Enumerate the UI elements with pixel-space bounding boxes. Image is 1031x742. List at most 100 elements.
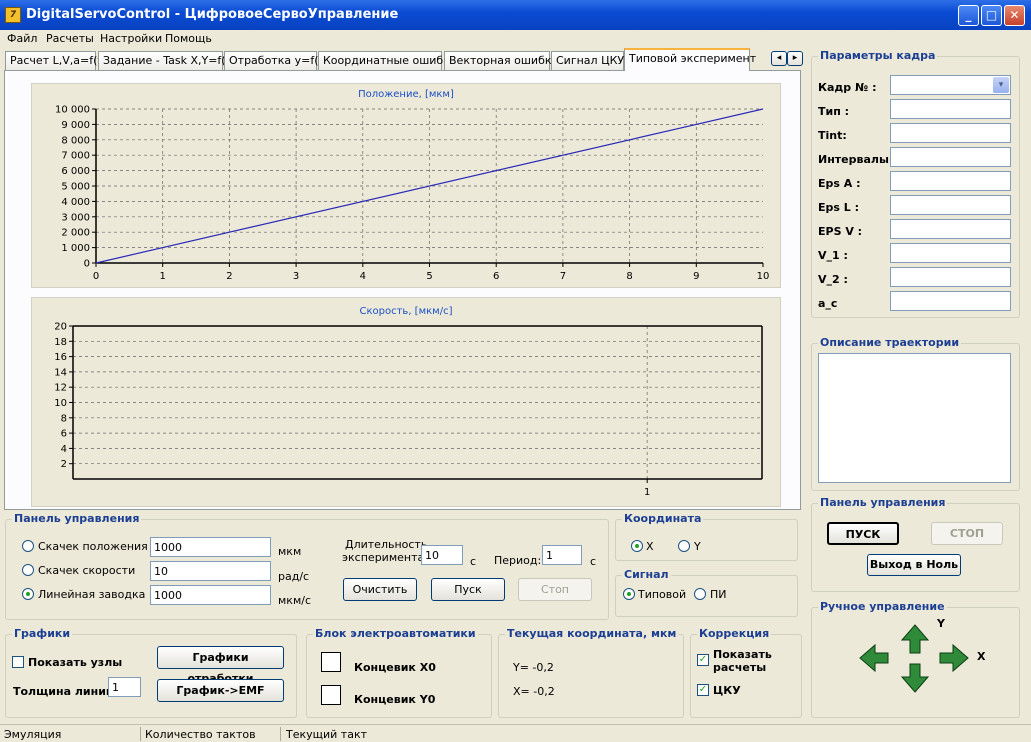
- x-tick-label: 8: [626, 271, 632, 282]
- stop-button[interactable]: Стоп: [518, 578, 592, 601]
- radio-coord-y-label: Y: [694, 540, 701, 553]
- menu-file[interactable]: Файл: [7, 32, 37, 45]
- emf-button[interactable]: График->EMF: [157, 679, 284, 702]
- line-width-label: Толщина линий: [13, 685, 114, 698]
- y-tick-label: 1 000: [61, 243, 90, 254]
- radio-linear-ramp[interactable]: [22, 588, 34, 600]
- y-tick-label: 12: [54, 383, 67, 394]
- tab-task[interactable]: Задание - Task X,Y=f(t): [98, 51, 234, 70]
- minimize-button[interactable]: _: [958, 5, 979, 26]
- tab-scroll-left-icon[interactable]: ◂: [771, 51, 787, 66]
- manual-x-label: X: [977, 650, 986, 663]
- current-coordinate-group: Текущая координата, мкм: [498, 627, 684, 718]
- start-button[interactable]: Пуск: [431, 578, 505, 601]
- frame-field-input[interactable]: [890, 243, 1011, 263]
- tab-coord-errors[interactable]: Координатные ошибки: [318, 51, 457, 70]
- arrow-up-icon[interactable]: [900, 624, 930, 654]
- x-tick-label: 6: [493, 271, 499, 282]
- radio-coord-x[interactable]: [631, 540, 643, 552]
- frame-field-label: Интервалы :: [818, 153, 898, 166]
- show-nodes-checkbox[interactable]: [12, 656, 24, 668]
- y-tick-label: 4 000: [61, 197, 90, 208]
- limit-y0-label: Концевик Y0: [354, 693, 436, 706]
- y-tick-label: 8 000: [61, 135, 90, 146]
- frame-field-input[interactable]: [890, 291, 1011, 311]
- graphs-button[interactable]: Графики отработки: [157, 646, 284, 685]
- duration-label-2: эксперимента:: [342, 551, 428, 564]
- menu-settings[interactable]: Настройки: [100, 32, 162, 45]
- velocity-step-input[interactable]: [150, 561, 271, 581]
- radio-signal-typical-label: Типовой: [638, 588, 687, 601]
- x-tick-label: 1: [160, 271, 166, 282]
- current-x-value: X= -0,2: [513, 685, 555, 698]
- arrow-right-icon[interactable]: [939, 643, 969, 673]
- stop-cnc-button[interactable]: СТОП: [931, 522, 1003, 545]
- frame-field-input[interactable]: [890, 147, 1011, 167]
- x-tick-label: 3: [293, 271, 299, 282]
- window-title: DigitalServoControl - ЦифровоеСервоУправ…: [26, 7, 399, 22]
- y-tick-label: 8: [61, 413, 67, 424]
- frame-field-label: Eps A :: [818, 177, 861, 190]
- x-tick-label: 4: [360, 271, 366, 282]
- arrow-left-icon[interactable]: [859, 643, 889, 673]
- frame-field-label: Тип :: [818, 105, 850, 118]
- radio-velocity-step[interactable]: [22, 564, 34, 576]
- linear-ramp-unit: мкм/с: [278, 594, 311, 607]
- y-tick-label: 7 000: [61, 151, 90, 162]
- trajectory-title: Описание траектории: [818, 336, 962, 349]
- menu-calc[interactable]: Расчеты: [46, 32, 94, 45]
- radio-signal-pi-label: ПИ: [710, 588, 727, 601]
- chevron-down-icon[interactable]: ▾: [993, 77, 1009, 93]
- tab-vector-error[interactable]: Векторная ошибка: [444, 51, 558, 70]
- radio-signal-pi[interactable]: [694, 588, 706, 600]
- period-input[interactable]: [542, 545, 582, 565]
- limit-y0-indicator: [321, 685, 341, 705]
- frame-field-label: a_c: [818, 297, 838, 310]
- period-label: Период:: [494, 554, 542, 567]
- frame-number-select[interactable]: ▾: [890, 75, 1011, 95]
- y-tick-label: 6 000: [61, 166, 90, 177]
- radio-signal-typical[interactable]: [623, 588, 635, 600]
- y-tick-label: 10 000: [55, 105, 90, 116]
- tab-experiment[interactable]: Типовой эксперимент: [624, 48, 756, 71]
- arrow-down-icon[interactable]: [900, 663, 930, 693]
- frame-field-input[interactable]: [890, 99, 1011, 119]
- radio-linear-ramp-label: Линейная заводка: [38, 588, 146, 601]
- y-tick-label: 2 000: [61, 228, 90, 239]
- y-tick-label: 18: [54, 337, 67, 348]
- tab-tracking[interactable]: Отработка y=f(x): [224, 51, 329, 70]
- y-tick-label: 20: [54, 322, 67, 333]
- radio-position-step[interactable]: [22, 540, 34, 552]
- menu-help[interactable]: Помощь: [165, 32, 212, 45]
- limit-x0-indicator: [321, 652, 341, 672]
- frame-field-input[interactable]: [890, 267, 1011, 287]
- cku-label: ЦКУ: [713, 684, 741, 697]
- position-step-unit: мкм: [278, 545, 302, 558]
- duration-unit: с: [470, 555, 477, 568]
- tab-signal[interactable]: Сигнал ЦКУ: [551, 51, 624, 70]
- cku-checkbox[interactable]: ✓: [697, 684, 709, 696]
- frame-field-input[interactable]: [890, 219, 1011, 239]
- velocity-step-unit: рад/с: [278, 570, 310, 583]
- frame-field-input[interactable]: [890, 195, 1011, 215]
- frame-field-input[interactable]: [890, 123, 1011, 143]
- radio-coord-y[interactable]: [678, 540, 690, 552]
- maximize-button[interactable]: □: [981, 5, 1002, 26]
- frame-field-input[interactable]: [890, 171, 1011, 191]
- frame-field-label: Tint:: [818, 129, 847, 142]
- show-calc-checkbox[interactable]: ✓: [697, 654, 709, 666]
- start-cnc-button[interactable]: ПУСК: [827, 522, 899, 545]
- limit-x0-label: Концевик X0: [354, 661, 436, 674]
- clear-button[interactable]: Очистить: [343, 578, 417, 601]
- duration-input[interactable]: [421, 545, 463, 565]
- line-width-input[interactable]: [108, 677, 141, 697]
- manual-control-title: Ручное управление: [818, 600, 947, 613]
- go-home-button[interactable]: Выход в Ноль: [867, 554, 961, 576]
- y-tick-label: 16: [54, 352, 67, 363]
- linear-ramp-input[interactable]: [150, 585, 271, 605]
- tab-scroll-right-icon[interactable]: ▸: [787, 51, 803, 66]
- position-step-input[interactable]: [150, 537, 271, 557]
- tab-calc[interactable]: Расчет L,V,a=f(t): [5, 51, 106, 70]
- trajectory-textbox[interactable]: [818, 353, 1011, 483]
- close-button[interactable]: ✕: [1004, 5, 1025, 26]
